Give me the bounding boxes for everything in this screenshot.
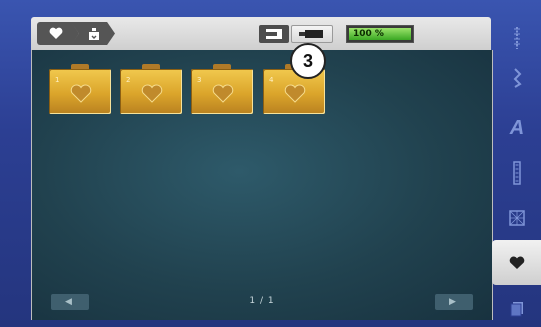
folder-1[interactable]: 1 <box>49 64 111 114</box>
heart-icon <box>284 84 306 103</box>
stitch-zigzag-icon <box>513 68 522 88</box>
chevron-right-icon: ▶ <box>449 296 456 306</box>
folder-number: 2 <box>126 76 131 84</box>
heart-icon <box>49 27 63 39</box>
folder-2[interactable]: 2 <box>120 64 182 114</box>
heart-icon <box>212 84 234 103</box>
folder-number: 1 <box>55 76 60 84</box>
rail-item-memory[interactable] <box>504 296 530 322</box>
capacity-indicator: 100 % <box>346 25 414 43</box>
folder-3[interactable]: 3 <box>191 64 253 114</box>
rail-item-personal[interactable] <box>504 250 530 276</box>
folder-number: 3 <box>197 76 202 84</box>
buttonhole-icon <box>513 161 521 185</box>
rail-item-buttonhole[interactable] <box>504 160 530 186</box>
memory-icon <box>510 302 523 317</box>
rail-item-alphabets[interactable]: A <box>504 115 530 141</box>
breadcrumb-personal[interactable] <box>37 22 79 45</box>
folder-number: 4 <box>269 76 274 84</box>
embroidery-hoop-icon <box>89 28 99 40</box>
capacity-label: 100 % <box>353 29 384 39</box>
stitch-straight-icon <box>514 27 520 49</box>
category-rail: A <box>494 17 541 327</box>
heart-icon <box>509 256 525 269</box>
rail-item-straight-stitch[interactable] <box>504 25 530 51</box>
top-toolbar: 100 % <box>31 17 491 50</box>
usb-stick-icon <box>299 30 323 38</box>
rail-item-quilt[interactable] <box>504 205 530 231</box>
folder-panel: 1 2 3 4 ◀ 1 / 1 ▶ <box>31 50 493 320</box>
usb-toggle[interactable] <box>291 25 333 43</box>
alphabet-icon: A <box>509 116 525 139</box>
heart-icon <box>70 84 92 103</box>
quilt-icon <box>509 210 525 226</box>
capacity-fill: 100 % <box>349 28 411 40</box>
page-indicator: 1 / 1 <box>249 296 275 306</box>
callout-marker: 3 <box>290 43 326 79</box>
next-page-button[interactable]: ▶ <box>435 294 473 310</box>
heart-icon <box>141 84 163 103</box>
machine-icon <box>266 29 282 39</box>
rail-item-zigzag[interactable] <box>504 65 530 91</box>
machine-toggle[interactable] <box>259 25 289 43</box>
